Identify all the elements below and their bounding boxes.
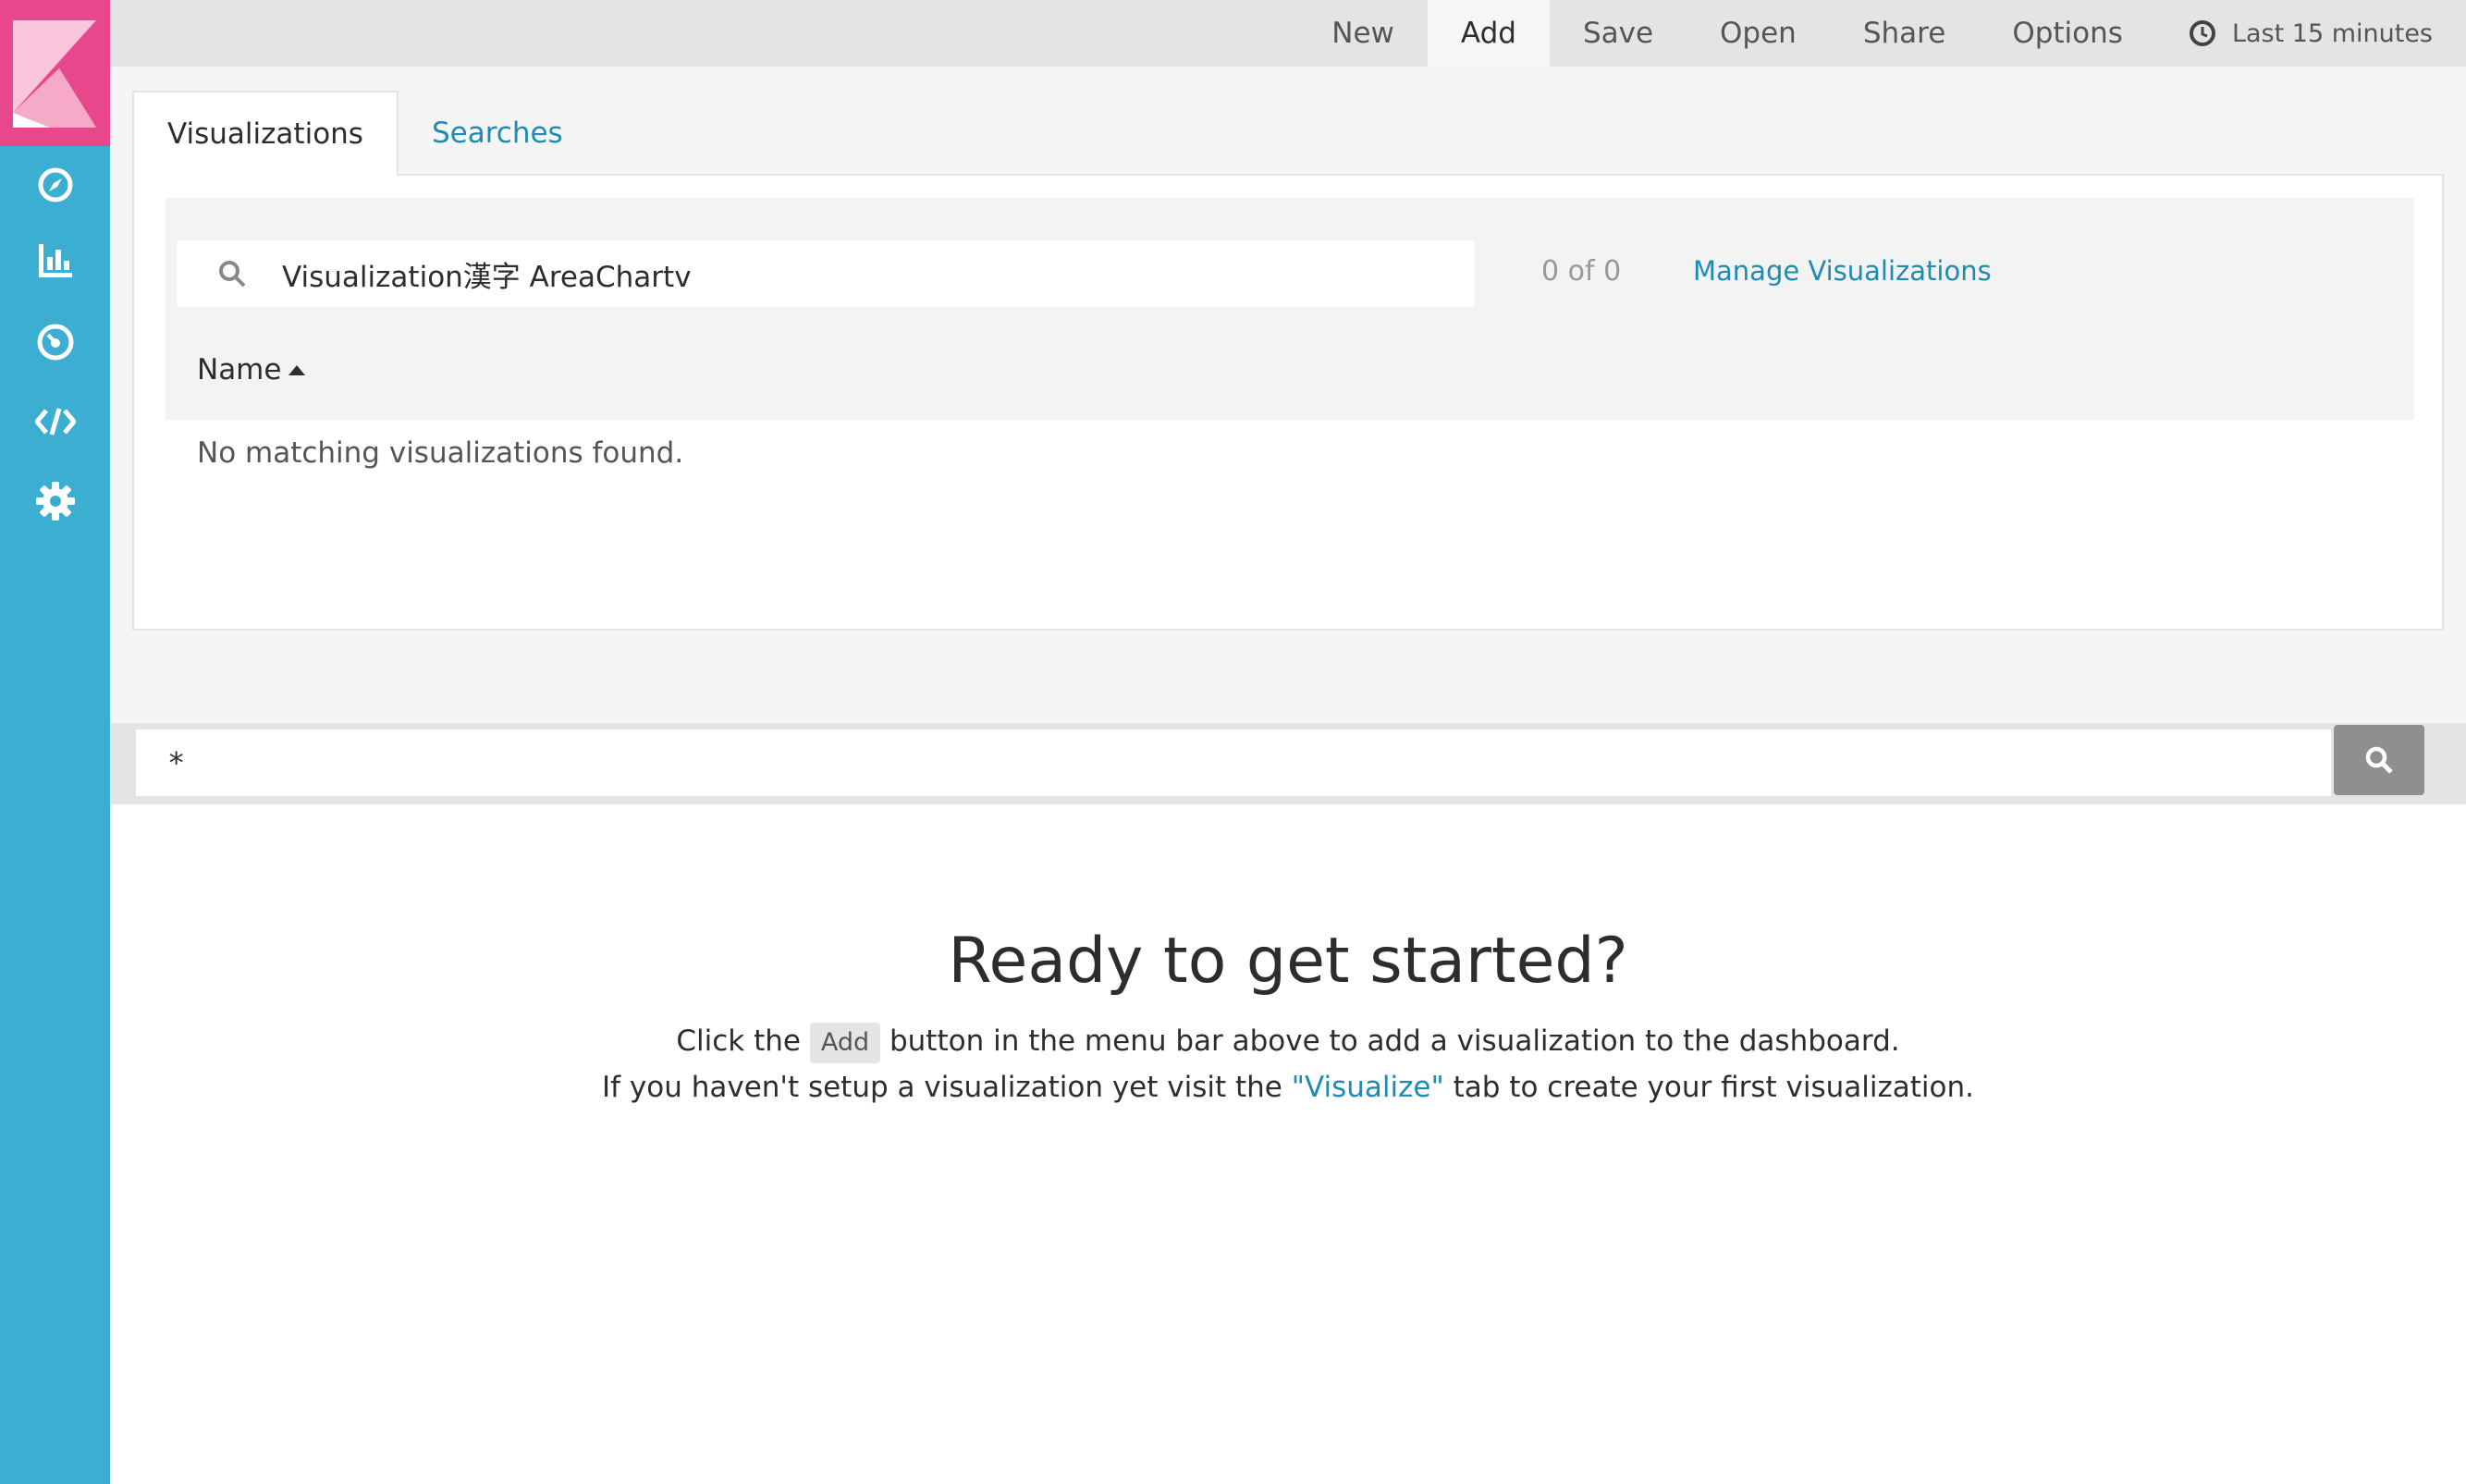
time-picker[interactable]: Last 15 minutes [2156,0,2466,67]
search-icon [219,261,246,288]
tab-searches[interactable]: Searches [399,91,596,176]
finder-search [177,240,1475,307]
sort-asc-icon [288,364,306,375]
menu-new[interactable]: New [1298,0,1428,67]
bar-chart-icon[interactable] [30,235,81,287]
search-icon [2365,746,2393,774]
tab-visualizations[interactable]: Visualizations [132,91,399,176]
time-range-label: Last 15 minutes [2231,18,2433,48]
add-kbd-hint: Add [809,1023,881,1063]
empty-line-2-end: tab to create your first visualization. [1453,1071,1975,1104]
result-count: 0 of 0 [1541,255,1622,288]
gauge-icon[interactable] [30,316,81,368]
menu-save[interactable]: Save [1550,0,1687,67]
menu-open[interactable]: Open [1687,0,1830,67]
empty-results-message: No matching visualizations found. [197,436,684,470]
add-panel: Visualizations Searches 0 of 0 Manage Vi… [110,67,2466,769]
clock-icon [2189,20,2215,46]
empty-line-2: If you haven't setup a visualization yet… [110,1064,2466,1110]
empty-dashboard: Ready to get started? Click the Add butt… [110,925,2466,1110]
menu-options[interactable]: Options [1979,0,2156,67]
empty-title: Ready to get started? [948,925,1628,998]
code-icon[interactable] [30,396,81,448]
saved-object-finder: 0 of 0 Manage Visualizations Name No mat… [132,174,2444,631]
top-menu: New Add Save Open Share Options Last 15 … [1298,0,2466,67]
finder-toolbar: 0 of 0 Manage Visualizations Name [166,198,2414,420]
finder-search-input[interactable] [282,246,1392,301]
query-bar [110,723,2466,804]
empty-line-1-start: Click the [676,1024,801,1058]
kibana-logo[interactable] [0,0,110,146]
compass-icon[interactable] [30,159,81,211]
empty-line-2-start: If you haven't setup a visualization yet… [601,1071,1282,1104]
sidebar [0,0,110,1484]
name-column-header[interactable]: Name [197,353,306,386]
add-tabs: Visualizations Searches [132,91,596,176]
empty-line-1-end: button in the menu bar above to add a vi… [889,1024,1900,1058]
menu-add[interactable]: Add [1427,0,1550,67]
kibana-logo-icon [13,20,96,128]
gear-icon[interactable] [30,475,81,527]
top-nav: New Add Save Open Share Options Last 15 … [110,0,2466,67]
visualize-tab-link[interactable]: "Visualize" [1292,1071,1444,1104]
query-submit-button[interactable] [2334,725,2424,795]
query-input[interactable] [136,730,2331,796]
menu-share[interactable]: Share [1830,0,1979,67]
empty-line-1: Click the Add button in the menu bar abo… [110,1018,2466,1064]
name-column-label: Name [197,353,282,386]
manage-visualizations-link[interactable]: Manage Visualizations [1693,255,1992,287]
